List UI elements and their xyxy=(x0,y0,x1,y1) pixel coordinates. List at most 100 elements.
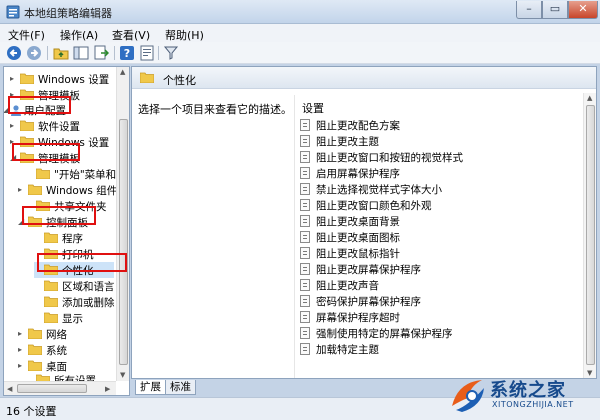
details-vertical-scrollbar[interactable]: ▲ ▼ xyxy=(583,93,596,378)
details-pane[interactable]: 个性化 选择一个项目来查看它的描述。 设置 阻止更改配色方案 阻止更改主题 阻止… xyxy=(131,66,597,379)
expand-arrow-icon[interactable]: ▸ xyxy=(18,345,26,355)
policy-icon xyxy=(300,119,310,131)
tree-horizontal-scrollbar[interactable]: ◀ ▶ xyxy=(4,381,116,395)
maximize-button[interactable]: ▭ xyxy=(542,1,568,19)
scrollbar-thumb[interactable] xyxy=(586,105,595,365)
setting-label: 阻止更改声音 xyxy=(316,280,379,292)
setting-label: 阻止更改桌面图标 xyxy=(316,232,400,244)
forward-arrow-icon[interactable] xyxy=(26,45,42,61)
expand-arrow-icon[interactable]: ▸ xyxy=(10,121,18,131)
tree-item-label: 桌面 xyxy=(46,361,67,373)
setting-label: 阻止更改主题 xyxy=(316,136,379,148)
folder-icon xyxy=(28,344,42,355)
title-bar: 本地组策略编辑器 – ▭ ✕ xyxy=(0,0,600,24)
details-title: 个性化 xyxy=(163,74,196,87)
setting-label: 密码保护屏幕保护程序 xyxy=(316,296,421,308)
scroll-left-arrow-icon[interactable]: ◀ xyxy=(7,385,12,393)
setting-label: 阻止更改窗口和按钮的视觉样式 xyxy=(316,152,463,164)
tab-extended[interactable]: 扩展 xyxy=(135,380,166,395)
setting-label: 强制使用特定的屏幕保护程序 xyxy=(316,328,453,340)
policy-icon xyxy=(300,311,310,323)
menu-file[interactable]: 文件(F) xyxy=(8,27,45,43)
highlight-box xyxy=(8,96,71,114)
expand-arrow-icon[interactable]: ▸ xyxy=(10,74,18,84)
toolbar-separator xyxy=(158,46,159,60)
folder-icon xyxy=(28,184,42,195)
status-text: 16 个设置 xyxy=(6,405,57,418)
help-icon[interactable]: ? xyxy=(119,45,135,61)
description-text: 选择一个项目来查看它的描述。 xyxy=(138,103,292,116)
expand-arrow-icon[interactable]: ▸ xyxy=(18,329,26,339)
menu-action[interactable]: 操作(A) xyxy=(60,27,98,43)
up-folder-icon[interactable] xyxy=(53,45,69,61)
policy-icon xyxy=(300,247,310,259)
settings-column-header[interactable]: 设置 xyxy=(302,100,324,116)
tree-item-label: 软件设置 xyxy=(38,121,80,133)
svg-text:?: ? xyxy=(124,47,130,60)
menu-bar: 文件(F) 操作(A) 查看(V) 帮助(H) xyxy=(0,24,600,42)
export-list-icon[interactable] xyxy=(93,45,109,61)
folder-icon xyxy=(28,360,42,371)
properties-icon[interactable] xyxy=(139,45,155,61)
tree-item-label: 显示 xyxy=(62,313,83,325)
tree-item-label: 程序 xyxy=(62,233,83,245)
minimize-button[interactable]: – xyxy=(516,1,542,19)
column-divider xyxy=(294,95,295,378)
tree-item-label: Windows 组件 xyxy=(46,185,118,197)
scrollbar-thumb[interactable] xyxy=(119,119,128,365)
policy-icon xyxy=(300,215,310,227)
setting-label: 阻止更改桌面背景 xyxy=(316,216,400,228)
toolbar-separator xyxy=(47,46,48,60)
details-header: 个性化 xyxy=(132,67,596,89)
policy-icon xyxy=(300,231,310,243)
scroll-up-arrow-icon[interactable]: ▲ xyxy=(120,68,125,76)
folder-icon xyxy=(44,232,58,243)
setting-label: 阻止更改鼠标指针 xyxy=(316,248,400,260)
tree-item-label: 区域和语言 xyxy=(62,281,115,293)
setting-label: 加载特定主题 xyxy=(316,344,379,356)
tree-item-label: 网络 xyxy=(46,329,67,341)
menu-help[interactable]: 帮助(H) xyxy=(165,27,204,43)
watermark: 系统之家 XITONGZHIJIA.NET xyxy=(446,372,600,420)
folder-icon xyxy=(20,120,34,131)
policy-icon xyxy=(300,295,310,307)
app-icon xyxy=(6,5,20,19)
policy-icon xyxy=(300,343,310,355)
policy-icon xyxy=(300,183,310,195)
tab-standard[interactable]: 标准 xyxy=(165,380,196,395)
policy-icon xyxy=(300,279,310,291)
setting-label: 屏幕保护程序超时 xyxy=(316,312,400,324)
setting-label: 阻止更改窗口颜色和外观 xyxy=(316,200,432,212)
policy-icon xyxy=(300,327,310,339)
show-hide-tree-icon[interactable] xyxy=(73,45,89,61)
filter-icon[interactable] xyxy=(163,45,179,61)
watermark-url: XITONGZHIJIA.NET xyxy=(492,400,574,409)
policy-icon xyxy=(300,151,310,163)
folder-icon xyxy=(36,168,50,179)
tree-pane[interactable]: ▸ Windows 设置 ▸ 管理模板 ◢ 用户配置 ▸ 软件设置 ▸ Wind… xyxy=(3,66,130,396)
expand-arrow-icon[interactable]: ▸ xyxy=(18,361,26,371)
policy-icon xyxy=(300,199,310,211)
toolbar-separator xyxy=(114,46,115,60)
tree-item-label: 系统 xyxy=(46,345,67,357)
scrollbar-thumb[interactable] xyxy=(17,384,87,393)
folder-icon xyxy=(20,73,34,84)
scroll-up-arrow-icon[interactable]: ▲ xyxy=(587,94,592,102)
close-button[interactable]: ✕ xyxy=(568,1,598,19)
policy-icon xyxy=(300,263,310,275)
menu-view[interactable]: 查看(V) xyxy=(112,27,150,43)
setting-label: 阻止更改配色方案 xyxy=(316,120,400,132)
setting-label: 阻止更改屏幕保护程序 xyxy=(316,264,421,276)
highlight-box xyxy=(37,253,127,272)
folder-icon xyxy=(44,312,58,323)
view-tabs: 扩展 标准 xyxy=(131,380,431,396)
tree-vertical-scrollbar[interactable]: ▲ ▼ xyxy=(116,67,129,381)
back-arrow-icon[interactable] xyxy=(6,45,22,61)
tree-item-label: "开始"菜单和 xyxy=(54,169,117,181)
folder-icon xyxy=(44,280,58,291)
scroll-right-arrow-icon[interactable]: ▶ xyxy=(105,385,110,393)
watermark-logo-icon xyxy=(452,380,484,412)
tree-item-label: 添加或删除 xyxy=(62,297,115,309)
scroll-down-arrow-icon[interactable]: ▼ xyxy=(120,371,125,379)
expand-arrow-icon[interactable]: ▸ xyxy=(18,185,26,195)
